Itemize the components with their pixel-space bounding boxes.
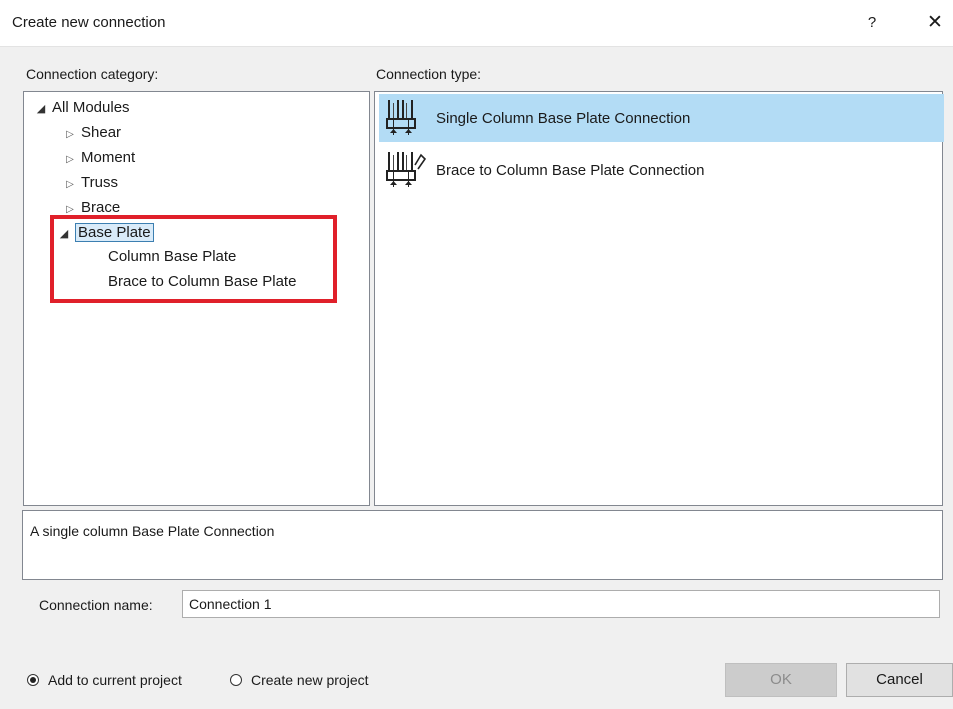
type-item-single-column-base-plate[interactable]: Single Column Base Plate Connection <box>379 94 944 142</box>
create-new-project-option[interactable]: Create new project <box>230 670 369 690</box>
ok-button[interactable]: OK <box>725 663 837 697</box>
radio-unchecked-icon[interactable] <box>230 674 242 686</box>
expanded-arrow-icon[interactable]: ◢ <box>34 98 48 120</box>
collapsed-arrow-icon[interactable]: ▷ <box>63 149 77 171</box>
tree-item-all-modules[interactable]: ◢ All Modules <box>34 97 130 119</box>
connection-type-label: Connection type: <box>376 66 482 82</box>
create-new-project-label: Create new project <box>251 672 369 688</box>
highlight-box <box>50 215 337 303</box>
description-box: A single column Base Plate Connection <box>22 510 943 580</box>
brace-base-plate-icon <box>385 151 429 195</box>
close-button[interactable]: ✕ <box>921 10 949 36</box>
tree-item-truss[interactable]: ▷ Truss <box>63 172 118 194</box>
collapsed-arrow-icon[interactable]: ▷ <box>63 124 77 146</box>
tree-item-label: Brace <box>81 199 121 216</box>
window-title: Create new connection <box>12 14 166 31</box>
title-bar: Create new connection ? ✕ <box>0 0 953 47</box>
type-item-label: Single Column Base Plate Connection <box>436 110 691 127</box>
cancel-button[interactable]: Cancel <box>846 663 953 697</box>
connection-type-panel[interactable]: Single Column Base Plate Connection Brac… <box>374 91 944 506</box>
connection-category-label: Connection category: <box>26 66 159 82</box>
connection-name-input[interactable] <box>182 590 940 618</box>
column-base-plate-icon <box>385 99 429 143</box>
type-item-label: Brace to Column Base Plate Connection <box>436 162 705 179</box>
radio-checked-icon[interactable] <box>27 674 39 686</box>
tree-item-label: Moment <box>81 149 136 166</box>
add-to-current-project-label: Add to current project <box>48 672 182 688</box>
connection-name-label: Connection name: <box>39 597 153 613</box>
tree-item-label: Shear <box>81 124 122 141</box>
tree-item-label: All Modules <box>52 99 130 116</box>
collapsed-arrow-icon[interactable]: ▷ <box>63 174 77 196</box>
tree-item-moment[interactable]: ▷ Moment <box>63 147 135 169</box>
tree-item-shear[interactable]: ▷ Shear <box>63 122 121 144</box>
add-to-current-project-option[interactable]: Add to current project <box>27 670 182 690</box>
help-button[interactable]: ? <box>858 10 886 36</box>
type-item-brace-to-column-base-plate[interactable]: Brace to Column Base Plate Connection <box>379 146 944 194</box>
tree-item-label: Truss <box>81 174 118 191</box>
description-text: A single column Base Plate Connection <box>30 523 275 539</box>
